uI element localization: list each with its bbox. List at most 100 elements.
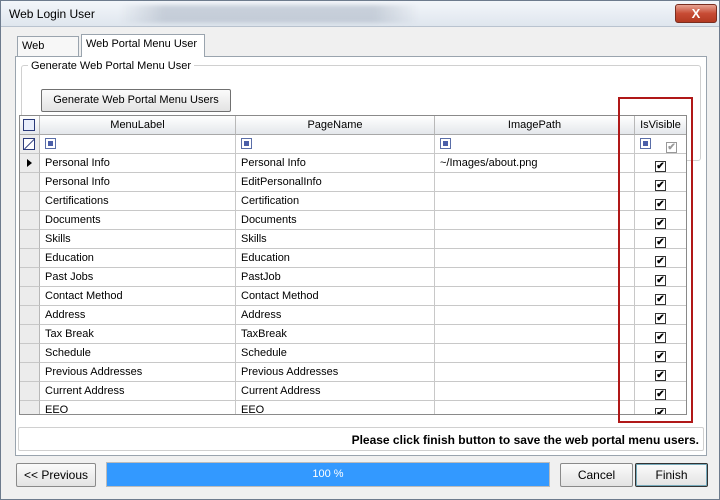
- cell-image-path[interactable]: [435, 268, 635, 287]
- cell-page-name[interactable]: EditPersonalInfo: [236, 173, 435, 192]
- column-header-isvisible[interactable]: IsVisible: [635, 116, 686, 135]
- is-visible-checkbox[interactable]: ✔: [655, 294, 666, 305]
- row-selector[interactable]: [20, 306, 40, 325]
- cell-page-name[interactable]: Schedule: [236, 344, 435, 363]
- cell-image-path[interactable]: [435, 211, 635, 230]
- filter-icon[interactable]: [440, 138, 451, 149]
- cell-page-name[interactable]: Address: [236, 306, 435, 325]
- filter-clear-cell[interactable]: [20, 135, 40, 154]
- cell-menu-label[interactable]: Personal Info: [40, 173, 236, 192]
- cell-page-name[interactable]: PastJob: [236, 268, 435, 287]
- cell-menu-label[interactable]: Schedule: [40, 344, 236, 363]
- close-button[interactable]: X: [675, 4, 717, 23]
- cell-menu-label[interactable]: Previous Addresses: [40, 363, 236, 382]
- column-chooser-icon[interactable]: [20, 116, 40, 135]
- cell-page-name[interactable]: Personal Info: [236, 154, 435, 173]
- cell-menu-label[interactable]: Past Jobs: [40, 268, 236, 287]
- row-selector[interactable]: [20, 344, 40, 363]
- row-selector[interactable]: [20, 382, 40, 401]
- row-selector[interactable]: [20, 173, 40, 192]
- is-visible-checkbox[interactable]: ✔: [655, 199, 666, 210]
- cell-image-path[interactable]: [435, 382, 635, 401]
- cell-page-name[interactable]: Previous Addresses: [236, 363, 435, 382]
- is-visible-checkbox[interactable]: ✔: [655, 389, 666, 400]
- filter-icon[interactable]: [640, 138, 651, 149]
- is-visible-checkbox[interactable]: ✔: [655, 275, 666, 286]
- tab-web-login[interactable]: Web Login: [17, 36, 79, 70]
- table-row[interactable]: Documents Documents ✔: [20, 211, 686, 230]
- row-selector[interactable]: [20, 192, 40, 211]
- cell-image-path[interactable]: [435, 325, 635, 344]
- table-row[interactable]: EEO EEO ✔: [20, 401, 686, 414]
- tab-web-portal-menu-user[interactable]: Web Portal Menu User: [81, 34, 205, 57]
- cell-image-path[interactable]: [435, 306, 635, 325]
- cell-page-name[interactable]: Education: [236, 249, 435, 268]
- filter-cell-menulabel[interactable]: [40, 135, 236, 154]
- column-header-pagename[interactable]: PageName: [236, 116, 435, 135]
- table-row[interactable]: Contact Method Contact Method ✔: [20, 287, 686, 306]
- cell-menu-label[interactable]: Current Address: [40, 382, 236, 401]
- row-selector[interactable]: [20, 325, 40, 344]
- filter-cell-isvisible[interactable]: ✔: [635, 135, 686, 154]
- cell-menu-label[interactable]: Personal Info: [40, 154, 236, 173]
- table-row[interactable]: Schedule Schedule ✔: [20, 344, 686, 363]
- is-visible-checkbox[interactable]: ✔: [655, 237, 666, 248]
- cell-menu-label[interactable]: Certifications: [40, 192, 236, 211]
- table-row[interactable]: Personal Info Personal Info ~/Images/about…: [20, 154, 686, 173]
- cancel-button[interactable]: Cancel: [560, 463, 633, 487]
- table-row[interactable]: Skills Skills ✔: [20, 230, 686, 249]
- table-row[interactable]: Certifications Certification ✔: [20, 192, 686, 211]
- cell-page-name[interactable]: Skills: [236, 230, 435, 249]
- table-row[interactable]: Address Address ✔: [20, 306, 686, 325]
- row-selector[interactable]: [20, 154, 40, 173]
- cell-menu-label[interactable]: Education: [40, 249, 236, 268]
- column-header-menulabel[interactable]: MenuLabel: [40, 116, 236, 135]
- cell-image-path[interactable]: [435, 173, 635, 192]
- cell-image-path[interactable]: [435, 401, 635, 414]
- table-row[interactable]: Personal Info EditPersonalInfo ✔: [20, 173, 686, 192]
- cell-menu-label[interactable]: Contact Method: [40, 287, 236, 306]
- row-selector[interactable]: [20, 363, 40, 382]
- previous-button[interactable]: << Previous: [16, 463, 96, 487]
- is-visible-checkbox[interactable]: ✔: [655, 408, 666, 414]
- cell-menu-label[interactable]: EEO: [40, 401, 236, 414]
- row-selector[interactable]: [20, 249, 40, 268]
- table-row[interactable]: Education Education ✔: [20, 249, 686, 268]
- table-row[interactable]: Current Address Current Address ✔: [20, 382, 686, 401]
- filter-icon[interactable]: [45, 138, 56, 149]
- cell-image-path[interactable]: [435, 287, 635, 306]
- is-visible-checkbox[interactable]: ✔: [655, 332, 666, 343]
- cell-page-name[interactable]: Current Address: [236, 382, 435, 401]
- cell-page-name[interactable]: Certification: [236, 192, 435, 211]
- cell-menu-label[interactable]: Address: [40, 306, 236, 325]
- cell-image-path[interactable]: [435, 230, 635, 249]
- is-visible-checkbox[interactable]: ✔: [655, 370, 666, 381]
- cell-menu-label[interactable]: Documents: [40, 211, 236, 230]
- row-selector[interactable]: [20, 230, 40, 249]
- generate-button[interactable]: Generate Web Portal Menu Users: [41, 89, 231, 112]
- table-row[interactable]: Tax Break TaxBreak ✔: [20, 325, 686, 344]
- is-visible-checkbox[interactable]: ✔: [655, 351, 666, 362]
- is-visible-checkbox[interactable]: ✔: [655, 180, 666, 191]
- cell-page-name[interactable]: Documents: [236, 211, 435, 230]
- is-visible-checkbox[interactable]: ✔: [655, 218, 666, 229]
- cell-menu-label[interactable]: Tax Break: [40, 325, 236, 344]
- cell-image-path[interactable]: [435, 344, 635, 363]
- cell-image-path[interactable]: [435, 363, 635, 382]
- is-visible-checkbox[interactable]: ✔: [655, 256, 666, 267]
- cell-image-path[interactable]: [435, 249, 635, 268]
- row-selector[interactable]: [20, 268, 40, 287]
- filter-checkbox[interactable]: ✔: [666, 142, 678, 153]
- cell-menu-label[interactable]: Skills: [40, 230, 236, 249]
- filter-cell-pagename[interactable]: [236, 135, 435, 154]
- row-selector[interactable]: [20, 401, 40, 414]
- cell-image-path[interactable]: [435, 192, 635, 211]
- filter-cell-imagepath[interactable]: [435, 135, 635, 154]
- cell-page-name[interactable]: Contact Method: [236, 287, 435, 306]
- row-selector[interactable]: [20, 287, 40, 306]
- table-row[interactable]: Past Jobs PastJob ✔: [20, 268, 686, 287]
- row-selector[interactable]: [20, 211, 40, 230]
- column-header-imagepath[interactable]: ImagePath: [435, 116, 635, 135]
- is-visible-checkbox[interactable]: ✔: [655, 313, 666, 324]
- table-row[interactable]: Previous Addresses Previous Addresses ✔: [20, 363, 686, 382]
